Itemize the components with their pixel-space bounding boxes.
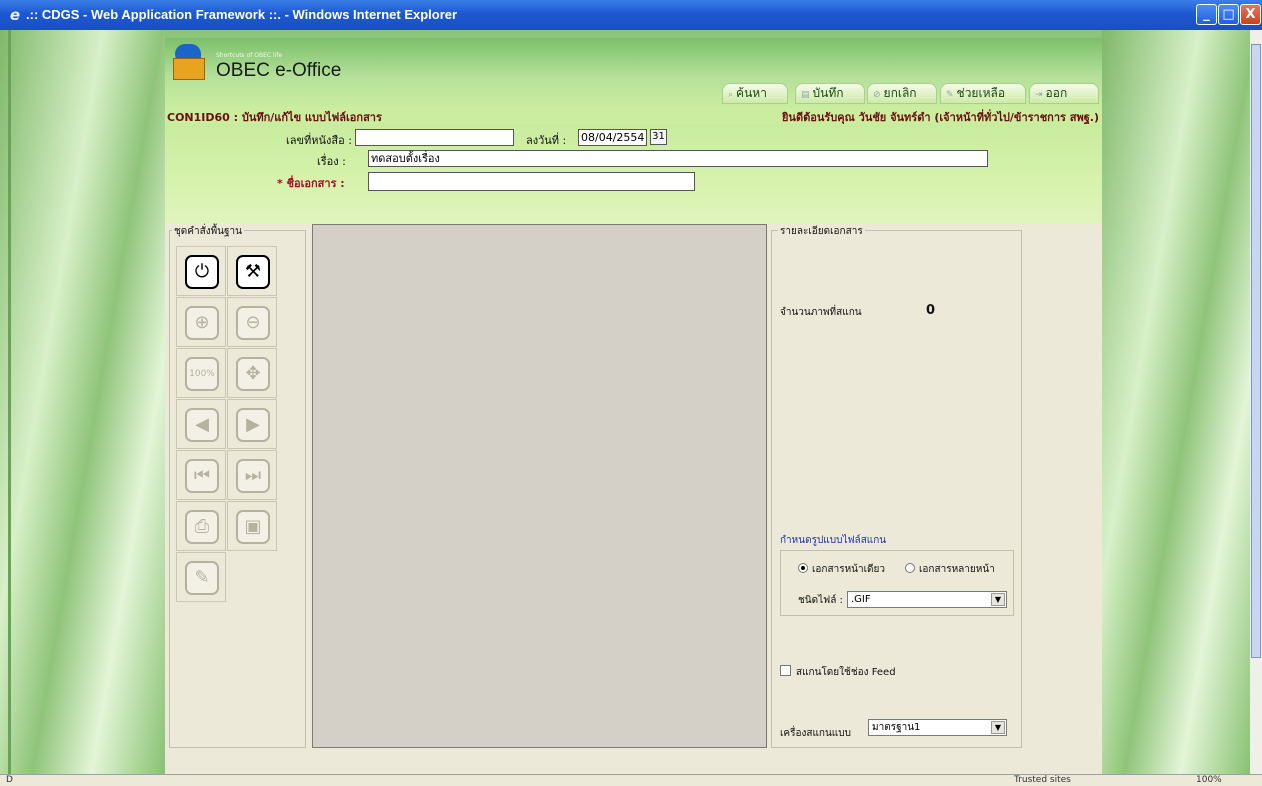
scrollbar-thumb[interactable] [1251,44,1261,658]
toolbox-legend: ชุดคำสั่งพื้นฐาน [172,224,244,239]
search-button[interactable]: ⌕ ค้นหา [722,83,788,104]
zoom-level[interactable]: 100% [1196,775,1222,785]
details-legend: รายละเอียดเอกสาร [778,224,865,239]
filetype-select[interactable]: .GIF ▼ [847,591,1007,608]
first-page-icon: ⏮ [185,459,219,493]
minimize-button[interactable]: _ [1196,4,1217,25]
scan-count-value: 0 [926,303,936,318]
scanner-label: เครื่องสแกนแบบ [780,728,851,739]
document-form: เลขที่หนังสือ : ลงวันที่ : 08/04/2554 31… [165,124,1102,224]
window-title-bar: e .:: CDGS - Web Application Framework :… [0,0,1262,30]
last-page-icon: ⏭ [236,459,270,493]
scan-count-label: จำนวนภาพที่สแกน [780,307,862,318]
status-text: D [6,775,13,785]
save-button-label: บันทึก [812,86,844,100]
zoom-out-button[interactable]: ⊖ [227,297,277,347]
format-group: เอกสารหน้าเดียว เอกสารหลายหน้า ชนิดไฟล์ … [780,550,1014,616]
exit-button-label: ออก [1045,86,1068,100]
ie-icon: e [9,6,21,24]
document-icon: ▤ [801,90,810,100]
save-button[interactable]: ▤ บันทึก [795,83,865,104]
doc-no-label: เลขที่หนังสือ : [286,134,352,147]
subject-input[interactable]: ทดสอบตั้งเรื่อง [368,150,988,167]
app-window: Shortcuts of OBEC life OBEC e-Office ⌕ ค้… [165,38,1102,774]
subject-label: เรื่อง : [317,155,346,168]
date-label: ลงวันที่ : [526,134,567,147]
details-group: รายละเอียดเอกสาร จำนวนภาพที่สแกน 0 กำหนด… [771,224,1022,748]
chevron-down-icon: ▼ [991,721,1005,734]
exit-button[interactable]: ⇥ ออก [1029,83,1099,104]
fit-page-icon: ✥ [236,357,270,391]
feed-label: สแกนโดยใช้ช่อง Feed [796,667,896,678]
app-title: OBEC e-Office [216,60,342,81]
zoom-out-icon: ⊖ [236,306,270,340]
zoom-in-button[interactable]: ⊕ [176,297,226,347]
left-edge-bar [8,30,11,774]
next-page-button[interactable]: ▶ [227,399,277,449]
radio-multi-page[interactable] [905,563,915,573]
search-button-label: ค้นหา [736,86,767,100]
fit-page-button[interactable]: ✥ [227,348,277,398]
obec-logo [173,44,205,80]
help-icon: ✎ [946,90,954,100]
maximize-button[interactable]: □ [1218,4,1239,25]
docname-input[interactable] [368,172,695,191]
radio-multi-label: เอกสารหลายหน้า [919,564,995,575]
radio-single-page[interactable] [798,563,808,573]
cancel-button-label: ยกเลิก [883,86,917,100]
app-header: Shortcuts of OBEC life OBEC e-Office ⌕ ค้… [165,38,1102,108]
filetype-label: ชนิดไฟล์ : [798,595,843,606]
power-icon: ⏻ [185,255,219,289]
background-left [0,30,165,774]
next-page-icon: ▶ [236,408,270,442]
actual-size-button[interactable]: 100% [176,348,226,398]
doc-no-input[interactable] [355,129,514,146]
save-disk-icon: ▣ [236,510,270,544]
print-button[interactable]: ⎙ [176,501,226,551]
chevron-down-icon: ▼ [991,593,1005,606]
help-button[interactable]: ✎ ช่วยเหลือ [940,83,1026,104]
exit-icon: ⇥ [1035,90,1043,100]
form-info-strip: CON1ID60 : บันทึก/แก้ไข แบบไฟล์เอกสาร ยิ… [165,108,1102,124]
docname-label: * ชื่อเอกสาร : [277,177,345,190]
format-title: กำหนดรูปแบบไฟล์สแกน [780,535,887,546]
help-button-label: ช่วยเหลือ [956,86,1006,100]
security-zone: Trusted sites [1014,775,1071,785]
radio-single-label: เอกสารหน้าเดียว [812,564,885,575]
last-page-button[interactable]: ⏭ [227,450,277,500]
pencil-button[interactable]: ✎ [176,552,226,602]
scanner-select[interactable]: มาตรฐาน1 ▼ [868,719,1007,736]
cancel-button[interactable]: ⊘ ยกเลิก [867,83,937,104]
search-icon: ⌕ [728,90,734,100]
close-window-button[interactable]: X [1240,4,1261,25]
vertical-scrollbar[interactable] [1250,30,1262,774]
logo-box [173,58,205,80]
tagline: Shortcuts of OBEC life [216,52,283,59]
toolbox-group: ชุดคำสั่งพื้นฐาน ⏻ ⚒ ⊕ ⊖ 100% ✥ ◀ ▶ ⏮ ⏭ [169,224,306,748]
cancel-icon: ⊘ [873,90,881,100]
print-icon: ⎙ [185,510,219,544]
save-disk-button[interactable]: ▣ [227,501,277,551]
power-button[interactable]: ⏻ [176,246,226,296]
feed-checkbox[interactable] [780,665,791,676]
previous-page-icon: ◀ [185,408,219,442]
tools-icon: ⚒ [236,255,270,289]
document-viewer[interactable] [312,224,767,748]
window-title: .:: CDGS - Web Application Framework ::.… [26,7,458,22]
pencil-icon: ✎ [185,561,219,595]
previous-page-button[interactable]: ◀ [176,399,226,449]
scanner-value: มาตรฐาน1 [872,722,921,733]
actual-size-icon: 100% [185,357,219,391]
filetype-value: .GIF [851,594,871,605]
status-bar: D Trusted sites 100% [0,774,1262,786]
background-right [1102,30,1250,774]
date-input[interactable]: 08/04/2554 [578,129,647,146]
tools-button[interactable]: ⚒ [227,246,277,296]
zoom-in-icon: ⊕ [185,306,219,340]
calendar-button[interactable]: 31 [650,129,667,145]
first-page-button[interactable]: ⏮ [176,450,226,500]
